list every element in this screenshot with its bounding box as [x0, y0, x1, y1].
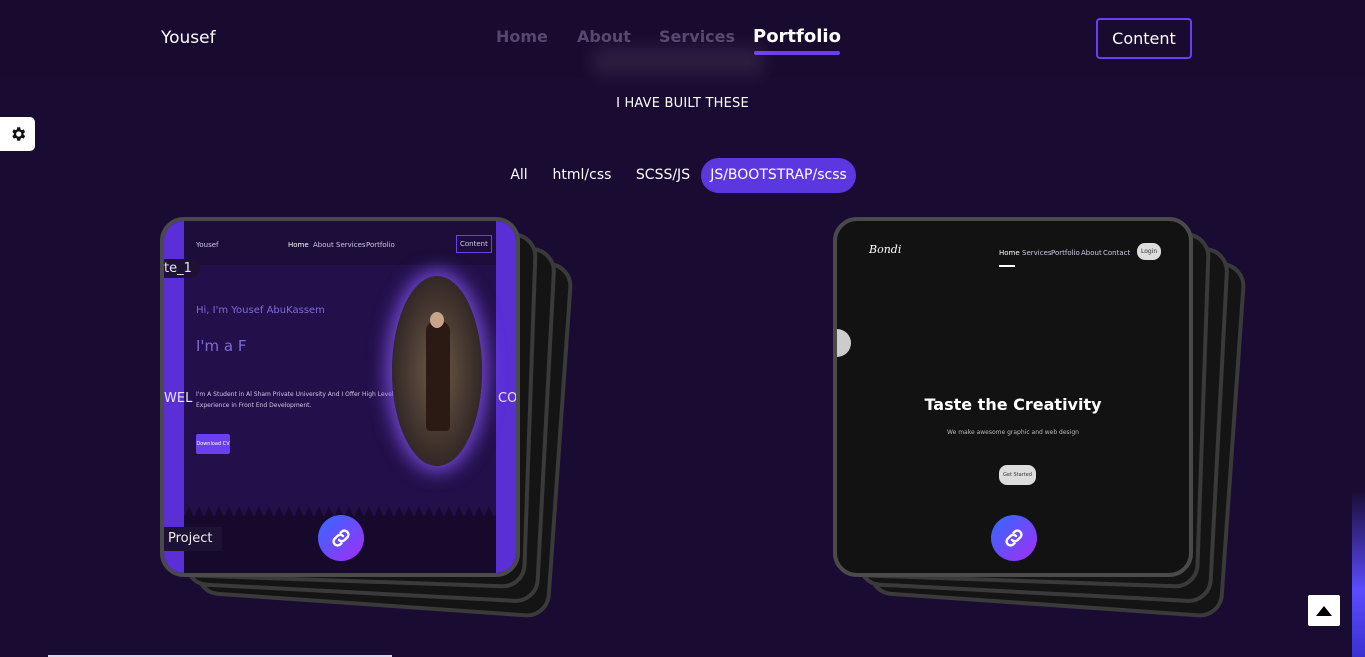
preview-nav-portfolio: Portfolio	[1051, 249, 1080, 257]
preview-nav-portfolio: Portfolio	[366, 241, 395, 249]
overlay-side-left: WEL	[164, 391, 193, 406]
nav-services[interactable]: Services	[659, 27, 735, 46]
project-overlay-title: te_1	[164, 259, 200, 278]
project-card-2[interactable]: Bondi Home Services Portfolio About Cont…	[833, 217, 1193, 577]
preview-active-underline	[999, 265, 1015, 267]
preview-side-tab	[837, 329, 851, 357]
brand-name[interactable]: Yousef	[161, 28, 216, 48]
nav-home[interactable]: Home	[496, 27, 548, 46]
preview-typed-text: I'm a F	[196, 337, 247, 355]
preview-content-button: Content	[456, 235, 492, 253]
filter-all[interactable]: All	[498, 158, 540, 193]
link-icon	[1005, 529, 1023, 547]
preview-get-started-button: Get Started	[999, 465, 1036, 485]
person-figure	[426, 321, 450, 431]
settings-button[interactable]	[0, 117, 35, 151]
preview-brand: Yousef	[196, 241, 219, 249]
project-link-button[interactable]	[318, 515, 364, 561]
nav-portfolio[interactable]: Portfolio	[753, 26, 841, 55]
filter-html-css[interactable]: html/css	[546, 158, 618, 193]
preview-nav-home: Home	[288, 241, 309, 249]
preview-nav-about: About	[1081, 249, 1102, 257]
link-icon	[332, 529, 350, 547]
edge-glow	[1352, 490, 1365, 657]
preview-headline: Taste the Creativity	[924, 395, 1102, 414]
project-card-1[interactable]: Yousef Home About Services Portfolio Con…	[160, 217, 520, 577]
project-card-stack-2: Bondi Home Services Portfolio About Cont…	[833, 217, 1247, 619]
filter-scss-js[interactable]: SCSS/JS	[628, 158, 698, 193]
preview-nav-about: About	[313, 241, 334, 249]
caret-up-icon	[1316, 605, 1332, 616]
gear-icon	[11, 127, 25, 141]
preview-download-button: Download CV	[196, 434, 230, 454]
preview-portrait	[392, 276, 482, 466]
preview-greeting: Hi, I'm Yousef AbuKassem	[196, 305, 325, 316]
scroll-to-top-button[interactable]	[1308, 595, 1340, 626]
content-button[interactable]: Content	[1096, 18, 1192, 59]
overlay-side-right: COM	[498, 391, 518, 406]
filter-js-bootstrap-scss[interactable]: JS/BOOTSTRAP/scss	[701, 158, 856, 193]
preview-nav-home: Home	[999, 249, 1020, 257]
preview-tagline: We make awesome graphic and web design	[947, 429, 1079, 436]
preview-login-button: Login	[1137, 243, 1162, 260]
blurred-heading	[592, 46, 764, 76]
project-link-button[interactable]	[991, 515, 1037, 561]
preview-nav-contact: Contact	[1103, 249, 1131, 257]
preview-brand: Bondi	[869, 243, 902, 256]
preview-nav-services: Services	[1022, 249, 1052, 257]
preview-bio: I'm A Student in Al Sham Private Univers…	[196, 391, 394, 409]
project-card-stack-1: Yousef Home About Services Portfolio Con…	[160, 217, 574, 619]
person-head	[430, 312, 444, 328]
nav-about[interactable]: About	[577, 27, 631, 46]
section-subtitle: I HAVE BUILT THESE	[616, 96, 749, 111]
preview-nav-services: Services	[336, 241, 366, 249]
project-tag: Project	[164, 527, 222, 551]
